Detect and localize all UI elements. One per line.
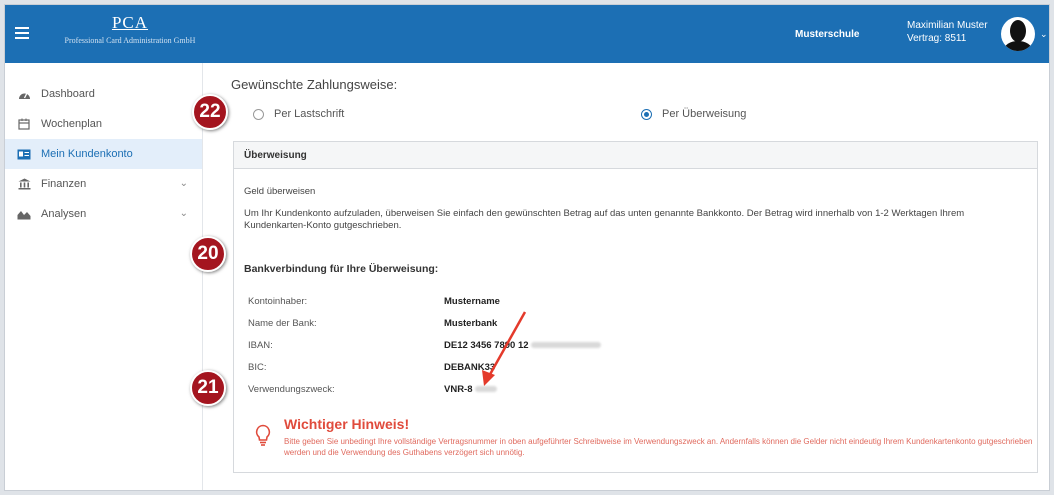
sidebar-item-label: Finanzen (41, 178, 87, 190)
description-text: Um Ihr Kundenkonto aufzuladen, überweise… (244, 208, 965, 231)
logo[interactable]: PCA Professional Card Administration Gmb… (45, 13, 215, 45)
label-kontoinhaber: Kontoinhaber: (248, 296, 308, 307)
step-badge-21: 21 (190, 370, 226, 406)
radio-circle[interactable] (253, 108, 264, 120)
logo-subtitle: Professional Card Administration GmbH (64, 36, 196, 45)
reference-text: VNR-8 (444, 384, 473, 395)
sidebar-item-dashboard[interactable]: Dashboard (5, 79, 202, 109)
transfer-panel: Überweisung Geld überweisen Um Ihr Kunde… (233, 141, 1038, 473)
top-bar: PCA Professional Card Administration Gmb… (5, 5, 1049, 63)
chevron-down-icon[interactable]: ⌄ (180, 178, 188, 189)
step-badge-20: 20 (190, 236, 226, 272)
user-name: Maximilian Muster (907, 20, 988, 31)
intro-text: Geld überweisen (244, 186, 316, 197)
bank-icon (17, 178, 31, 190)
calendar-icon (17, 118, 31, 130)
avatar[interactable] (1001, 17, 1035, 51)
value-kontoinhaber: Mustername (444, 296, 500, 307)
value-bic: DEBANK33 (444, 362, 496, 373)
menu-icon[interactable] (15, 27, 29, 39)
label-iban: IBAN: (248, 340, 273, 351)
radio-lastschrift[interactable]: Per Lastschrift (253, 108, 344, 120)
dashboard-icon (17, 88, 31, 100)
step-badge-22: 22 (192, 94, 228, 130)
radio-ueberweisung[interactable]: Per Überweisung (641, 108, 746, 120)
sidebar-item-label: Analysen (41, 208, 87, 220)
chevron-down-icon[interactable]: ⌄ (1040, 29, 1048, 40)
lightbulb-icon (254, 424, 272, 446)
sidebar-item-label: Mein Kundenkonto (41, 148, 133, 160)
sidebar-item-wochenplan[interactable]: Wochenplan (5, 109, 202, 139)
sidebar-item-label: Dashboard (41, 88, 95, 100)
radio-label: Per Überweisung (662, 108, 747, 120)
radio-label: Per Lastschrift (274, 108, 345, 120)
payment-heading: Gewünschte Zahlungsweise: (231, 77, 398, 92)
value-iban: DE12 3456 7890 12 (444, 340, 602, 351)
hint-text: Bitte geben Sie unbedingt Ihre vollständ… (284, 437, 1033, 457)
sidebar-item-analysen[interactable]: Analysen ⌄ (5, 199, 202, 229)
contract-number: Vertrag: 8511 (907, 33, 967, 44)
label-bic: BIC: (248, 362, 267, 373)
main-content: Gewünschte Zahlungsweise: Per Lastschrif… (215, 63, 1045, 490)
bank-heading: Bankverbindung für Ihre Überweisung: (244, 263, 439, 275)
redacted-mark (475, 386, 498, 393)
value-bank: Musterbank (444, 318, 498, 329)
label-bank: Name der Bank: (248, 318, 317, 329)
school-link[interactable]: Musterschule (795, 29, 859, 40)
app-window: PCA Professional Card Administration Gmb… (4, 4, 1050, 491)
value-verwendungszweck: VNR-8 (444, 384, 498, 395)
sidebar-item-label: Wochenplan (41, 118, 102, 130)
id-card-icon (17, 148, 31, 160)
label-verwendungszweck: Verwendungszweck: (248, 384, 335, 395)
sidebar-item-finanzen[interactable]: Finanzen ⌄ (5, 169, 202, 199)
chart-icon (17, 208, 31, 220)
user-info[interactable]: Maximilian Muster Vertrag: 8511 (907, 19, 988, 45)
chevron-down-icon[interactable]: ⌄ (180, 208, 188, 219)
sidebar-item-kundenkonto[interactable]: Mein Kundenkonto (5, 139, 202, 169)
redacted-mark (531, 342, 602, 349)
sidebar: Dashboard Wochenplan Mein Kundenkonto Fi… (5, 63, 203, 490)
iban-text: DE12 3456 7890 12 (444, 340, 529, 351)
panel-title: Überweisung (234, 142, 1037, 169)
radio-circle[interactable] (641, 108, 652, 120)
logo-title: PCA (111, 13, 149, 32)
hint-title: Wichtiger Hinweis! (284, 416, 410, 432)
